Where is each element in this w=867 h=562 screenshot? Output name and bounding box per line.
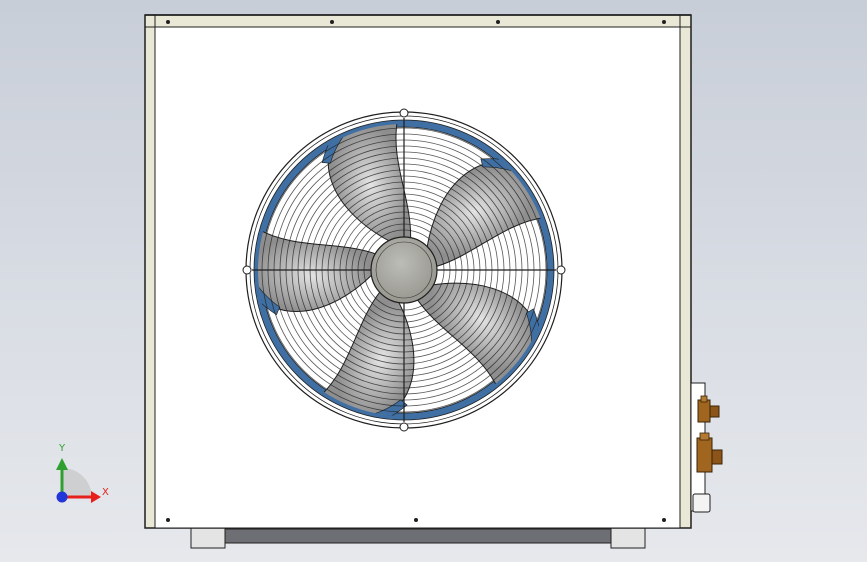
graphics-viewport[interactable]: X Y: [0, 0, 867, 562]
triad-y-label: Y: [59, 443, 66, 454]
triad-z-dot: [56, 491, 68, 503]
coordinate-triad: [56, 458, 101, 503]
screw: [330, 20, 334, 24]
service-valves[interactable]: [690, 382, 723, 513]
screw: [662, 20, 666, 24]
valve-lower[interactable]: [696, 432, 723, 473]
fan-hub[interactable]: [370, 236, 438, 304]
model-view[interactable]: [0, 0, 867, 562]
screw: [414, 518, 418, 522]
screw: [662, 518, 666, 522]
screw: [496, 20, 500, 24]
valve-upper[interactable]: [697, 395, 720, 423]
screw: [166, 518, 170, 522]
triad-y-arrow: [56, 458, 68, 470]
triad-x-arrow: [91, 491, 101, 503]
screw: [166, 20, 170, 24]
triad-x-label: X: [102, 487, 109, 498]
base-feet: [190, 527, 646, 549]
